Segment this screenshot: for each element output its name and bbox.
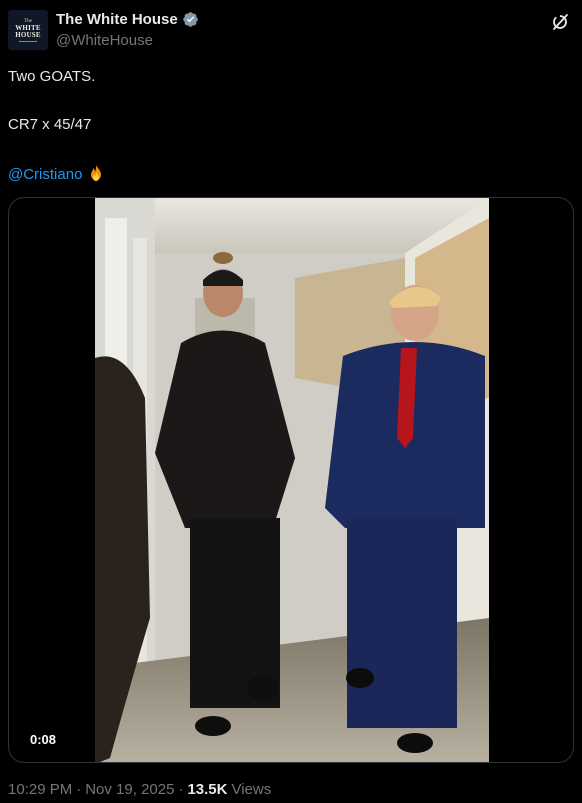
fire-emoji — [91, 165, 102, 181]
tweet-time[interactable]: 10:29 PM — [8, 781, 72, 798]
tweet-header: The WHITE HOUSE The White House @WhiteHo… — [8, 10, 574, 54]
video-duration: 0:08 — [22, 730, 65, 749]
tweet-mention-line: @Cristiano — [8, 164, 106, 184]
verified-badge-icon[interactable] — [182, 11, 199, 28]
views-count: 13.5K — [187, 781, 228, 798]
views-label: Views — [231, 781, 272, 798]
avatar-rule — [19, 40, 37, 42]
author-name-row: The White House — [56, 11, 199, 28]
avatar-text-line-2: HOUSE — [15, 30, 41, 39]
mention-link[interactable]: @Cristiano — [8, 166, 82, 183]
author-display-name[interactable]: The White House — [56, 11, 178, 28]
author-handle[interactable]: @WhiteHouse — [56, 32, 153, 49]
video-player[interactable]: 0:08 — [8, 197, 574, 763]
grok-icon[interactable] — [550, 12, 570, 32]
tweet-date[interactable]: Nov 19, 2025 — [85, 781, 174, 798]
avatar[interactable]: The WHITE HOUSE — [8, 10, 48, 50]
meta-separator: · — [76, 781, 82, 798]
video-thumbnail — [95, 198, 489, 762]
meta-separator: · — [178, 781, 184, 798]
tweet-text-line-1: Two GOATS. — [8, 68, 96, 85]
tweet-meta: 10:29 PM · Nov 19, 2025 · 13.5K Views — [8, 781, 271, 798]
tweet-text-line-2: CR7 x 45/47 — [8, 116, 92, 133]
